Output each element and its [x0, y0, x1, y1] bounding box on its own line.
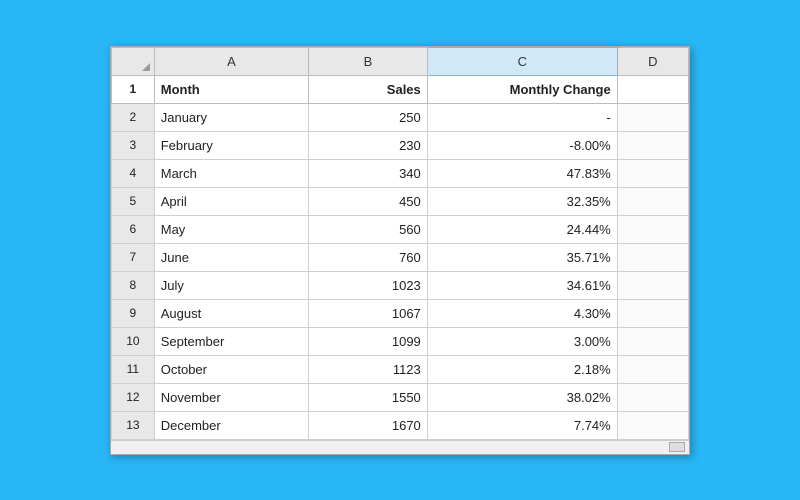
row-num-cell: 12 — [112, 383, 155, 411]
cell-month[interactable]: March — [154, 159, 308, 187]
cell-d — [617, 383, 688, 411]
scroll-box[interactable] — [669, 442, 685, 452]
cell-month[interactable]: December — [154, 411, 308, 439]
cell-d — [617, 327, 688, 355]
cell-month[interactable]: October — [154, 355, 308, 383]
col-header-a[interactable]: A — [154, 47, 308, 75]
cell-sales[interactable]: 230 — [309, 131, 428, 159]
table-row: 5April45032.35% — [112, 187, 689, 215]
sheet-table: A B C D 1 Month Sales Monthly Change 2Ja… — [111, 47, 689, 440]
cell-monthly-change[interactable]: -8.00% — [427, 131, 617, 159]
cell-sales[interactable]: 450 — [309, 187, 428, 215]
cell-sales[interactable]: 1123 — [309, 355, 428, 383]
cell-month[interactable]: May — [154, 215, 308, 243]
cell-month[interactable]: August — [154, 299, 308, 327]
cell-d — [617, 131, 688, 159]
cell-d — [617, 411, 688, 439]
cell-sales[interactable]: 1550 — [309, 383, 428, 411]
col-header-b[interactable]: B — [309, 47, 428, 75]
cell-month[interactable]: June — [154, 243, 308, 271]
header-month[interactable]: Month — [154, 75, 308, 103]
spreadsheet: A B C D 1 Month Sales Monthly Change 2Ja… — [110, 46, 690, 455]
header-d — [617, 75, 688, 103]
cell-sales[interactable]: 340 — [309, 159, 428, 187]
col-header-d[interactable]: D — [617, 47, 688, 75]
header-sales[interactable]: Sales — [309, 75, 428, 103]
cell-sales[interactable]: 560 — [309, 215, 428, 243]
cell-month[interactable]: September — [154, 327, 308, 355]
cell-monthly-change[interactable]: 2.18% — [427, 355, 617, 383]
cell-d — [617, 215, 688, 243]
table-row: 11October11232.18% — [112, 355, 689, 383]
table-row: 4March34047.83% — [112, 159, 689, 187]
row-num-cell: 3 — [112, 131, 155, 159]
cell-month[interactable]: February — [154, 131, 308, 159]
row-num-cell: 13 — [112, 411, 155, 439]
cell-sales[interactable]: 1067 — [309, 299, 428, 327]
table-row: 8July102334.61% — [112, 271, 689, 299]
cell-d — [617, 159, 688, 187]
cell-monthly-change[interactable]: 34.61% — [427, 271, 617, 299]
table-row: 13December16707.74% — [112, 411, 689, 439]
table-row: 12November155038.02% — [112, 383, 689, 411]
row-num-cell: 6 — [112, 215, 155, 243]
row-num-cell: 9 — [112, 299, 155, 327]
cell-month[interactable]: April — [154, 187, 308, 215]
table-row: 2January250- — [112, 103, 689, 131]
cell-monthly-change[interactable]: 35.71% — [427, 243, 617, 271]
cell-monthly-change[interactable]: 47.83% — [427, 159, 617, 187]
col-header-c[interactable]: C — [427, 47, 617, 75]
row-num-cell: 5 — [112, 187, 155, 215]
cell-monthly-change[interactable]: - — [427, 103, 617, 131]
cell-sales[interactable]: 1099 — [309, 327, 428, 355]
cell-month[interactable]: July — [154, 271, 308, 299]
row-num-header: 1 — [112, 75, 155, 103]
cell-sales[interactable]: 1670 — [309, 411, 428, 439]
table-row: 6May56024.44% — [112, 215, 689, 243]
cell-monthly-change[interactable]: 38.02% — [427, 383, 617, 411]
data-rows: 2January250-3February230-8.00%4March3404… — [112, 103, 689, 439]
cell-monthly-change[interactable]: 32.35% — [427, 187, 617, 215]
cell-d — [617, 243, 688, 271]
scroll-indicator[interactable] — [111, 440, 689, 454]
cell-month[interactable]: January — [154, 103, 308, 131]
cell-sales[interactable]: 760 — [309, 243, 428, 271]
table-row: 9August10674.30% — [112, 299, 689, 327]
column-header-row: A B C D — [112, 47, 689, 75]
table-row: 10September10993.00% — [112, 327, 689, 355]
cell-d — [617, 271, 688, 299]
cell-monthly-change[interactable]: 4.30% — [427, 299, 617, 327]
header-monthly-change[interactable]: Monthly Change — [427, 75, 617, 103]
cell-monthly-change[interactable]: 24.44% — [427, 215, 617, 243]
cell-d — [617, 299, 688, 327]
row-num-cell: 4 — [112, 159, 155, 187]
cell-sales[interactable]: 1023 — [309, 271, 428, 299]
row-num-cell: 2 — [112, 103, 155, 131]
table-row: 7June76035.71% — [112, 243, 689, 271]
row-num-cell: 8 — [112, 271, 155, 299]
table-row: 3February230-8.00% — [112, 131, 689, 159]
cell-d — [617, 103, 688, 131]
corner-cell — [112, 47, 155, 75]
cell-monthly-change[interactable]: 3.00% — [427, 327, 617, 355]
row-num-cell: 11 — [112, 355, 155, 383]
data-header-row: 1 Month Sales Monthly Change — [112, 75, 689, 103]
cell-d — [617, 187, 688, 215]
row-num-cell: 7 — [112, 243, 155, 271]
cell-d — [617, 355, 688, 383]
cell-month[interactable]: November — [154, 383, 308, 411]
cell-monthly-change[interactable]: 7.74% — [427, 411, 617, 439]
cell-sales[interactable]: 250 — [309, 103, 428, 131]
row-num-cell: 10 — [112, 327, 155, 355]
